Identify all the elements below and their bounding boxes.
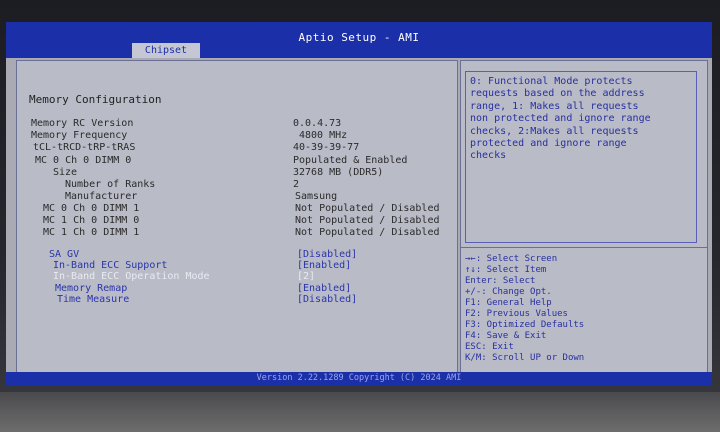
option-memory-remap-value[interactable]: [Enabled] — [297, 283, 351, 294]
option-time-measure-value[interactable]: [Disabled] — [297, 294, 357, 305]
option-time-measure[interactable]: Time Measure — [57, 294, 129, 305]
key-change-opt: +/-: Change Opt. — [465, 287, 552, 297]
label-mc0-ch0-dimm0: MC 0 Ch 0 DIMM 0 — [35, 155, 132, 166]
label-manufacturer: Manufacturer — [65, 191, 138, 202]
key-enter-select: Enter: Select — [465, 276, 536, 286]
option-in-band-ecc-support[interactable]: In-Band ECC Support — [53, 260, 167, 271]
value-memory-frequency: 4800 MHz — [299, 130, 348, 141]
label-size: Size — [53, 167, 78, 178]
option-sa-gv[interactable]: SA GV — [49, 249, 79, 260]
key-select-item: ↑↓: Select Item — [465, 265, 547, 275]
value-mc1-ch0-dimm1: Not Populated / Disabled — [295, 227, 440, 238]
key-general-help: F1: General Help — [465, 298, 552, 308]
value-manufacturer: Samsung — [295, 191, 338, 202]
value-size: 32768 MB (DDR5) — [293, 167, 384, 178]
label-memory-rc-version: Memory RC Version — [31, 118, 134, 129]
key-select-screen: →←: Select Screen — [465, 254, 558, 264]
key-scroll: K/M: Scroll UP or Down — [465, 353, 585, 363]
section-title: Memory Configuration — [29, 93, 162, 106]
help-description-box: 0: Functional Mode protects requests bas… — [465, 71, 697, 243]
key-legend: →←: Select Screen ↑↓: Select Item Enter:… — [461, 247, 707, 374]
value-number-of-ranks: 2 — [293, 179, 300, 190]
value-mc1-ch0-dimm0: Not Populated / Disabled — [295, 215, 440, 226]
option-memory-remap[interactable]: Memory Remap — [55, 283, 127, 294]
option-in-band-ecc-operation-mode[interactable]: In-Band ECC Operation Mode — [53, 271, 210, 282]
option-sa-gv-value[interactable]: [Disabled] — [297, 249, 357, 260]
bios-screen: Aptio Setup - AMI Chipset Memory Configu… — [6, 22, 712, 386]
value-mc0-ch0-dimm0: Populated & Enabled — [293, 155, 408, 166]
main-panel: Memory Configuration Memory RC Version 0… — [16, 60, 458, 374]
label-timings: tCL-tRCD-tRP-tRAS — [33, 142, 136, 153]
title-bar: Aptio Setup - AMI Chipset — [6, 22, 712, 58]
label-memory-frequency: Memory Frequency — [31, 130, 128, 141]
key-esc-exit: ESC: Exit — [465, 342, 514, 352]
key-previous-values: F2: Previous Values — [465, 309, 568, 319]
help-description: 0: Functional Mode protects requests bas… — [470, 76, 651, 162]
option-in-band-ecc-support-value[interactable]: [Enabled] — [297, 260, 351, 271]
label-mc1-ch0-dimm0: MC 1 Ch 0 DIMM 0 — [43, 215, 140, 226]
key-save-exit: F4: Save & Exit — [465, 331, 547, 341]
option-in-band-ecc-operation-mode-value[interactable]: [2] — [297, 271, 315, 282]
label-mc0-ch0-dimm1: MC 0 Ch 0 DIMM 1 — [43, 203, 140, 214]
help-panel: 0: Functional Mode protects requests bas… — [460, 60, 708, 374]
version-copyright: Version 2.22.1289 Copyright (C) 2024 AMI — [256, 373, 462, 383]
desk-surface — [0, 392, 720, 432]
key-optimized-defaults: F3: Optimized Defaults — [465, 320, 585, 330]
footer-bar: Version 2.22.1289 Copyright (C) 2024 AMI — [6, 372, 712, 386]
value-mc0-ch0-dimm1: Not Populated / Disabled — [295, 203, 440, 214]
value-memory-rc-version: 0.0.4.73 — [293, 118, 342, 129]
label-mc1-ch0-dimm1: MC 1 Ch 0 DIMM 1 — [43, 227, 140, 238]
tab-chipset[interactable]: Chipset — [132, 43, 200, 58]
setup-title: Aptio Setup - AMI — [298, 31, 420, 44]
value-timings: 40-39-39-77 — [293, 142, 360, 153]
label-number-of-ranks: Number of Ranks — [65, 179, 156, 190]
